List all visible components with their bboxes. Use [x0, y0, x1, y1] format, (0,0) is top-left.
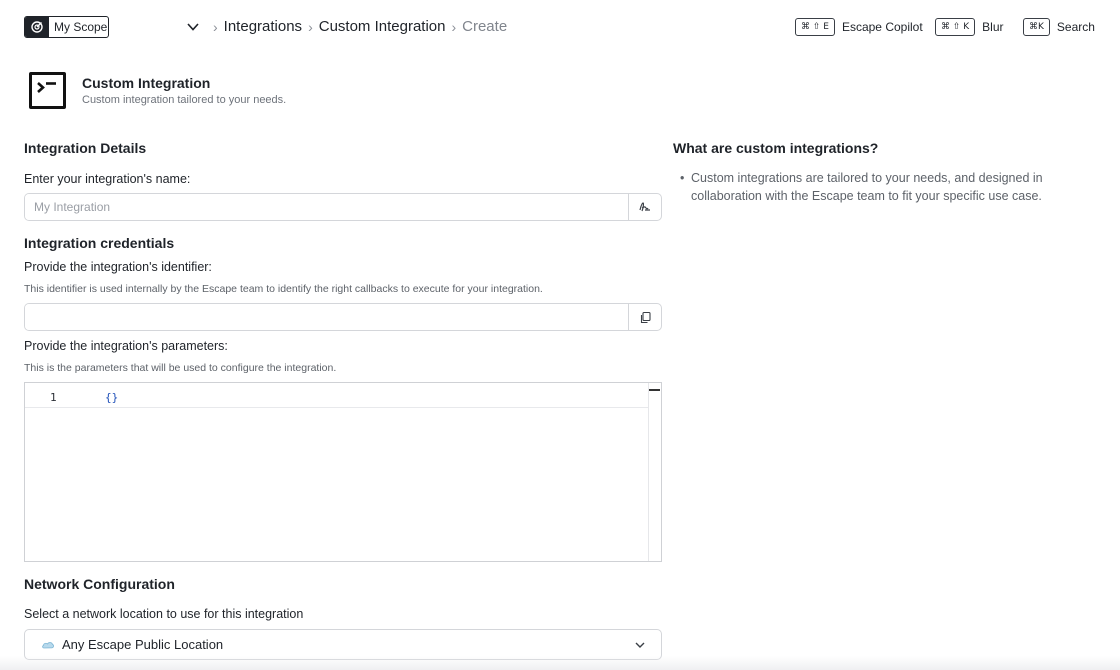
- chevron-down-icon: [635, 642, 645, 648]
- shortcut-keys: ⌘ ⇧ E: [795, 18, 835, 36]
- terminal-icon: [29, 72, 66, 109]
- name-label: Enter your integration's name:: [24, 172, 191, 186]
- shortcut-keys: ⌘K: [1023, 18, 1050, 36]
- breadcrumb-separator-icon: ›: [451, 18, 457, 35]
- breadcrumb-separator-icon: ›: [308, 18, 313, 35]
- scope-logo-icon: [25, 17, 49, 37]
- shortcut-keys: ⌘ ⇧ K: [935, 18, 976, 36]
- copy-identifier-button[interactable]: [628, 304, 661, 330]
- cloud-location-icon: [40, 637, 56, 653]
- breadcrumb-integrations[interactable]: Integrations: [224, 18, 302, 35]
- blur-shortcut[interactable]: ⌘ ⇧ K Blur: [935, 18, 1004, 36]
- editor-code-text[interactable]: {}: [105, 391, 118, 404]
- integration-identifier-input[interactable]: [25, 304, 628, 330]
- escape-copilot-shortcut[interactable]: ⌘ ⇧ E Escape Copilot: [795, 18, 923, 36]
- parameters-code-editor[interactable]: 1 {}: [24, 382, 662, 562]
- scope-selector-button[interactable]: My Scope: [24, 16, 109, 38]
- custom-integrations-info-list: • Custom integrations are tailored to yo…: [680, 170, 1060, 205]
- network-location-label: Select a network location to use for thi…: [24, 607, 304, 621]
- page-title: Custom Integration: [82, 75, 211, 91]
- shortcut-label: Escape Copilot: [841, 20, 923, 34]
- integration-credentials-heading: Integration credentials: [24, 235, 175, 251]
- identifier-help-text: This identifier is used internally by th…: [24, 283, 543, 295]
- identifier-label: Provide the integration's identifier:: [24, 260, 212, 274]
- editor-line-number: 1: [50, 391, 57, 404]
- generate-name-button[interactable]: [628, 194, 661, 220]
- custom-integrations-info-heading: What are custom integrations?: [673, 140, 879, 156]
- top-bar: My Scope › Integrations › Custom Integra…: [0, 0, 1120, 56]
- breadcrumb: › Integrations › Custom Integration › Cr…: [207, 18, 507, 35]
- network-configuration-heading: Network Configuration: [24, 576, 175, 592]
- parameters-help-text: This is the parameters that will be used…: [24, 362, 337, 374]
- copy-icon: [640, 311, 651, 323]
- breadcrumb-create: Create: [462, 18, 508, 35]
- editor-scrollbar[interactable]: [648, 383, 661, 561]
- search-shortcut[interactable]: ⌘K Search: [1023, 18, 1095, 36]
- identifier-field-container: [24, 303, 662, 331]
- integration-details-heading: Integration Details: [24, 140, 147, 156]
- list-item: • Custom integrations are tailored to yo…: [680, 170, 1060, 205]
- editor-active-line: [25, 388, 649, 408]
- name-field-container: [24, 193, 662, 221]
- signature-icon: [639, 202, 650, 212]
- breadcrumb-separator-icon: ›: [213, 18, 218, 35]
- bullet-icon: •: [680, 171, 685, 185]
- info-item-text: Custom integrations are tailored to your…: [691, 171, 1043, 203]
- chevron-down-icon[interactable]: [185, 19, 201, 35]
- shortcut-label: Search: [1056, 20, 1095, 34]
- parameters-label: Provide the integration's parameters:: [24, 339, 228, 353]
- integration-name-input[interactable]: [25, 194, 628, 220]
- bottom-shadow: [0, 656, 1120, 670]
- scope-label: My Scope: [54, 20, 108, 34]
- selected-network-location: Any Escape Public Location: [62, 637, 224, 652]
- editor-scroll-thumb[interactable]: [649, 389, 660, 391]
- breadcrumb-custom-integration[interactable]: Custom Integration: [319, 18, 446, 35]
- page-subtitle: Custom integration tailored to your need…: [82, 94, 287, 106]
- shortcut-label: Blur: [982, 20, 1004, 34]
